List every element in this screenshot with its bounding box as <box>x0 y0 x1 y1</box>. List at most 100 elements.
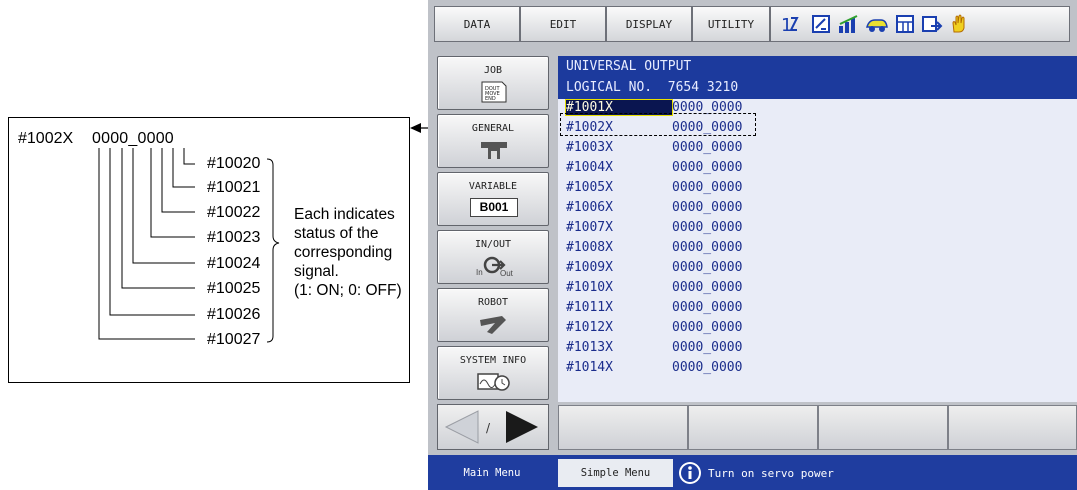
general-tool-icon <box>476 138 512 162</box>
menu-general-label: GENERAL <box>471 123 515 134</box>
tab-display[interactable]: DISPLAY <box>606 6 692 42</box>
variable-icon: B001 <box>466 196 522 220</box>
output-row[interactable]: #1006X 0000_0000 <box>566 200 742 215</box>
page-nav-button[interactable]: / <box>437 404 549 450</box>
note-line: Each indicates <box>294 206 395 223</box>
output-value: 0000_0000 <box>672 180 743 195</box>
menu-in-out-button[interactable]: IN/OUT In Out <box>437 230 549 284</box>
in-out-icon: In Out <box>466 254 522 278</box>
simple-menu-button[interactable]: Simple Menu <box>558 459 673 487</box>
next-page-icon <box>506 411 538 443</box>
output-address: #1004X <box>566 160 613 175</box>
menu-robot-button[interactable]: ROBOT <box>437 288 549 342</box>
output-value: 0000_0000 <box>672 140 743 155</box>
status-bar: Main Menu Simple Menu Turn on servo powe… <box>428 455 1077 490</box>
bit-explanation-callout: #1002X 0000_0000 #10020 #10021 #10022 #1… <box>8 117 410 383</box>
output-address: #1013X <box>566 340 613 355</box>
output-address: #1003X <box>566 140 613 155</box>
status-icon-bar: 1 <box>770 6 1070 42</box>
output-address: #1005X <box>566 180 613 195</box>
menu-variable-label: VARIABLE <box>468 181 518 192</box>
output-row[interactable]: #1013X 0000_0000 <box>566 340 742 355</box>
highlight-box-1002x <box>560 113 756 136</box>
output-row[interactable]: #1012X 0000_0000 <box>566 320 742 335</box>
note-line: (1: ON; 0: OFF) <box>294 282 402 299</box>
display-header: UNIVERSAL OUTPUT LOGICAL NO. 7654 3210 <box>558 56 1077 99</box>
output-value: 0000_0000 <box>672 300 743 315</box>
display-title: UNIVERSAL OUTPUT <box>566 59 692 74</box>
output-value: 0000_0000 <box>672 280 743 295</box>
function-key-1[interactable] <box>558 405 688 450</box>
output-value: 0000_0000 <box>672 340 743 355</box>
menu-variable-button[interactable]: VARIABLE B001 <box>437 172 549 226</box>
function-key-4[interactable] <box>948 405 1077 450</box>
output-value: 0000_0000 <box>672 320 743 335</box>
output-value: 0000_0000 <box>672 220 743 235</box>
note-line: signal. <box>294 263 339 280</box>
bit-status-note: Each indicates status of the correspondi… <box>294 205 402 300</box>
bit-label-3: #10023 <box>207 229 261 246</box>
output-address: #1009X <box>566 260 613 275</box>
note-line: status of the <box>294 225 379 242</box>
bit-label-4: #10024 <box>207 255 261 272</box>
signal-icon[interactable] <box>837 14 858 34</box>
output-row[interactable]: #1009X 0000_0000 <box>566 260 742 275</box>
output-value: 0000_0000 <box>672 260 743 275</box>
export-icon[interactable] <box>921 14 943 34</box>
menu-general-button[interactable]: GENERAL <box>437 114 549 168</box>
callout-address: #1002X <box>18 130 74 147</box>
output-row[interactable]: #1004X 0000_0000 <box>566 160 742 175</box>
output-row[interactable]: #1010X 0000_0000 <box>566 280 742 295</box>
menu-system-info-label: SYSTEM INFO <box>459 355 527 366</box>
in-out-icon-in: In <box>476 268 483 277</box>
function-key-2[interactable] <box>688 405 818 450</box>
robot-arm-icon <box>476 312 512 336</box>
menu-system-info-button[interactable]: SYSTEM INFO <box>437 346 549 400</box>
variable-icon-text: B001 <box>470 198 518 217</box>
menu-job-button[interactable]: JOB DOUT MOVE END <box>437 56 549 110</box>
output-address: #1010X <box>566 280 613 295</box>
output-row[interactable]: #1007X 0000_0000 <box>566 220 742 235</box>
output-address: #1011X <box>566 300 613 315</box>
hand-icon[interactable] <box>949 14 969 34</box>
teach-pendant-screen: DATA EDIT DISPLAY UTILITY 1 JOB DOUT MOVE… <box>428 0 1077 490</box>
in-out-icon-out: Out <box>500 269 513 278</box>
menu-in-out-label: IN/OUT <box>474 239 512 250</box>
grid-icon[interactable] <box>895 14 915 34</box>
bit-label-1: #10021 <box>207 179 261 196</box>
tab-utility[interactable]: UTILITY <box>692 6 770 42</box>
system-info-icon <box>476 370 512 394</box>
edit-box-icon[interactable] <box>811 14 831 34</box>
output-row[interactable]: #1003X 0000_0000 <box>566 140 742 155</box>
job-document-icon: DOUT MOVE END <box>476 80 512 104</box>
function-key-bar <box>558 405 1077 450</box>
output-row[interactable]: #1008X 0000_0000 <box>566 240 742 255</box>
callout-value: 0000_0000 <box>92 130 174 147</box>
bit-label-5: #10025 <box>207 280 261 297</box>
output-value: 0000_0000 <box>672 240 743 255</box>
output-row[interactable]: #1011X 0000_0000 <box>566 300 742 315</box>
menu-job-label: JOB <box>483 65 503 76</box>
svg-text:1: 1 <box>781 15 792 34</box>
io-toggle-icon[interactable]: 1 <box>781 14 801 36</box>
logical-no-line: LOGICAL NO. 7654 3210 <box>566 80 738 95</box>
bit-label-6: #10026 <box>207 306 261 323</box>
output-address: #1006X <box>566 200 613 215</box>
output-row[interactable]: #1005X 0000_0000 <box>566 180 742 195</box>
tab-data[interactable]: DATA <box>434 6 520 42</box>
output-value: 0000_0000 <box>672 160 743 175</box>
note-line: corresponding <box>294 244 393 261</box>
output-address: #1008X <box>566 240 613 255</box>
status-message: Turn on servo power <box>708 466 834 480</box>
logical-no-label: LOGICAL NO. <box>566 80 653 95</box>
output-value: 0000_0000 <box>672 200 743 215</box>
output-address: #1012X <box>566 320 613 335</box>
universal-output-display: UNIVERSAL OUTPUT LOGICAL NO. 7654 3210 #… <box>558 56 1077 402</box>
output-value: 0000_0000 <box>672 360 743 375</box>
car-icon[interactable] <box>865 14 888 34</box>
main-menu-button[interactable]: Main Menu <box>432 459 552 487</box>
function-key-3[interactable] <box>818 405 948 450</box>
info-icon <box>678 461 702 485</box>
tab-edit[interactable]: EDIT <box>520 6 606 42</box>
output-row[interactable]: #1014X 0000_0000 <box>566 360 742 375</box>
